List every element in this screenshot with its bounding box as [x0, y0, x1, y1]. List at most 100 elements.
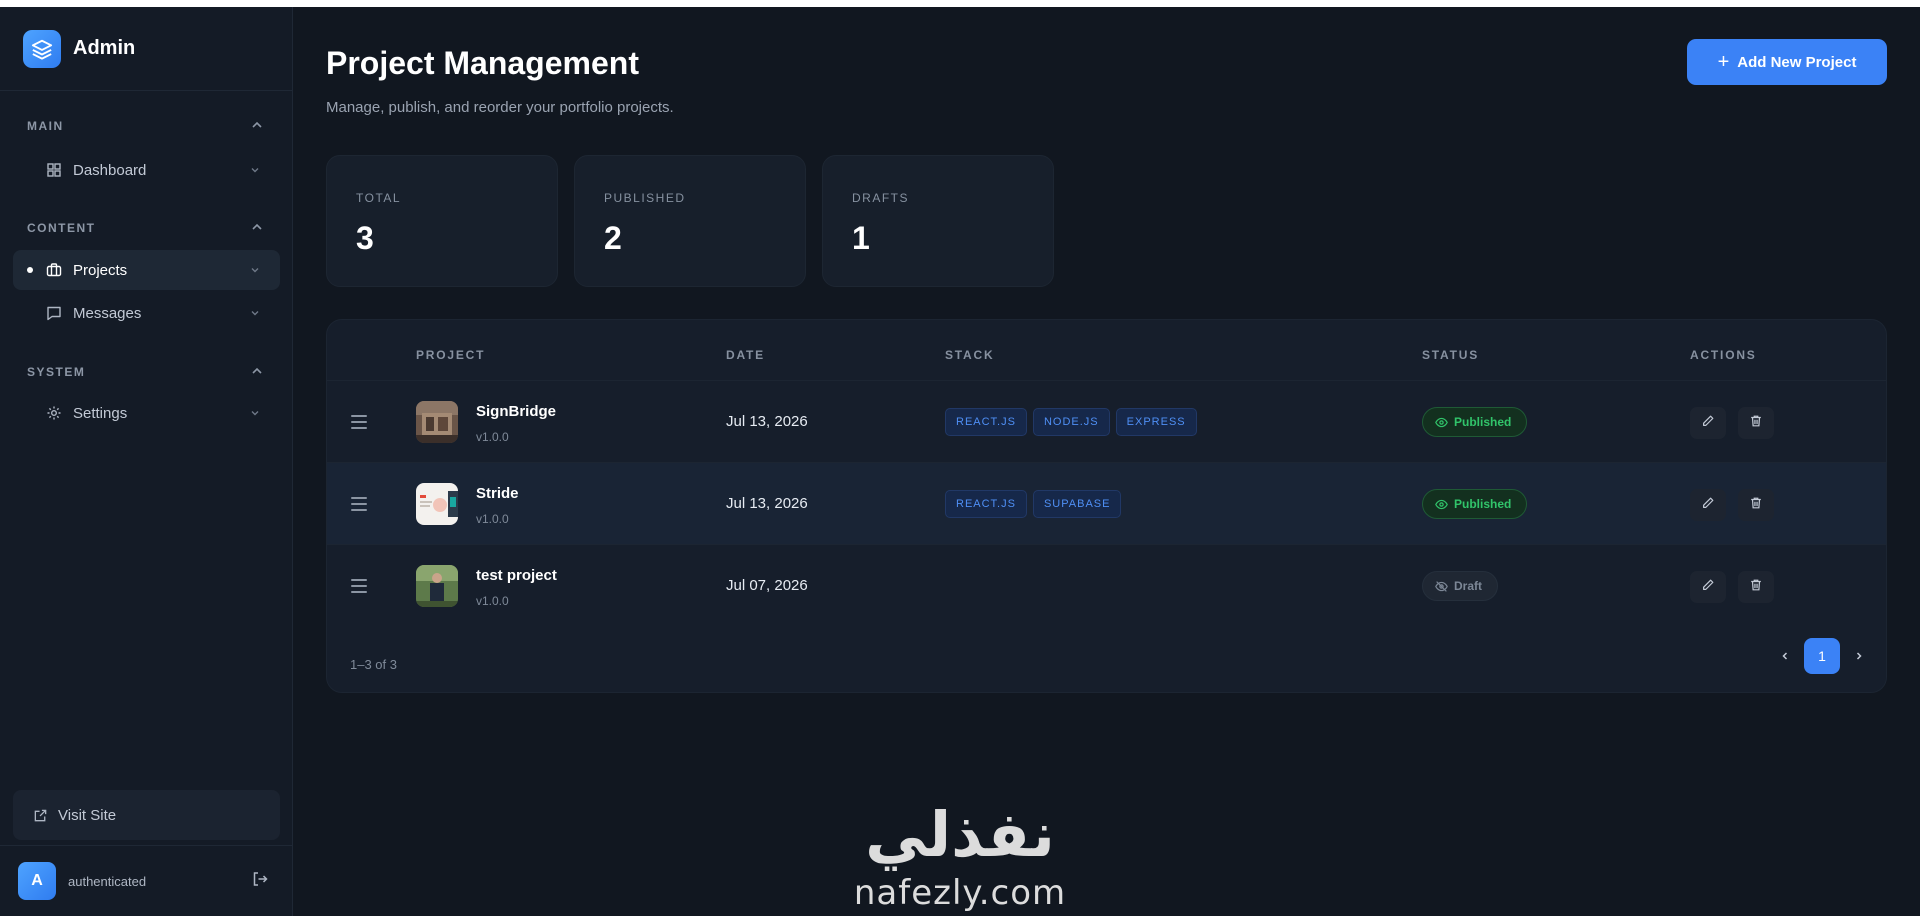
stat-label: PUBLISHED	[604, 191, 686, 205]
stat-card-published: PUBLISHED 2	[574, 155, 806, 287]
eye-off-icon	[1435, 580, 1448, 593]
watermark-arabic: نفذلي	[865, 798, 1055, 871]
eye-icon	[1435, 416, 1448, 429]
top-strip	[0, 0, 1920, 7]
user-name: authenticated	[68, 873, 147, 889]
page-subtitle: Manage, publish, and reorder your portfo…	[326, 99, 674, 116]
main-content: Project Management Manage, publish, and …	[293, 7, 1920, 916]
sidebar-item-label: Messages	[73, 304, 142, 322]
add-new-project-button[interactable]: + Add New Project	[1687, 39, 1887, 85]
next-page-button[interactable]	[1841, 638, 1877, 674]
briefcase-icon	[45, 261, 63, 279]
column-header-date: DATE	[726, 348, 765, 362]
chevron-down-icon	[250, 162, 260, 179]
sidebar-item-label: Projects	[73, 261, 128, 279]
layers-icon	[23, 29, 61, 68]
sidebar-item-label: Settings	[73, 404, 128, 422]
visit-site-label: Visit Site	[58, 806, 117, 824]
external-link-icon	[33, 808, 48, 823]
stack-tag: SUPABASE	[1032, 490, 1122, 518]
stat-value: 2	[604, 220, 622, 256]
section-header-content[interactable]: CONTENT	[0, 213, 293, 243]
brand[interactable]: Admin	[0, 7, 292, 91]
status-badge[interactable]: Draft	[1422, 571, 1499, 601]
stack-tags: REACT.JS SUPABASE	[945, 490, 1122, 518]
chevron-up-icon	[251, 221, 263, 236]
project-name: SignBridge	[476, 403, 557, 420]
trash-icon	[1749, 414, 1763, 433]
sidebar-item-messages[interactable]: Messages	[13, 293, 280, 333]
section-header-system[interactable]: SYSTEM	[0, 357, 293, 387]
delete-button[interactable]	[1738, 407, 1774, 439]
brand-name: Admin	[73, 37, 136, 59]
sidebar: Admin MAIN Dashboard CONTENT Projects Me…	[0, 7, 293, 916]
section-header-main[interactable]: MAIN	[0, 111, 293, 141]
edit-button[interactable]	[1690, 571, 1726, 603]
drag-handle-icon[interactable]	[351, 415, 367, 429]
project-date: Jul 13, 2026	[726, 413, 808, 430]
pagination-count: 1–3 of 3	[350, 657, 397, 672]
pencil-icon	[1701, 578, 1715, 597]
add-new-project-label: Add New Project	[1737, 53, 1857, 71]
drag-handle-icon[interactable]	[351, 579, 367, 593]
page-button-current[interactable]: 1	[1804, 638, 1840, 674]
stat-card-drafts: DRAFTS 1	[822, 155, 1054, 287]
project-date: Jul 13, 2026	[726, 495, 808, 512]
status-label: Draft	[1454, 579, 1483, 593]
column-header-actions: ACTIONS	[1690, 348, 1757, 362]
active-indicator	[27, 267, 33, 273]
logout-icon[interactable]	[251, 870, 269, 893]
edit-button[interactable]	[1690, 489, 1726, 521]
pencil-icon	[1701, 414, 1715, 433]
sidebar-item-projects[interactable]: Projects	[13, 250, 280, 290]
stack-tag: REACT.JS	[945, 490, 1027, 518]
trash-icon	[1749, 496, 1763, 515]
stack-tag: NODE.JS	[1032, 408, 1110, 436]
chevron-up-icon	[251, 119, 263, 134]
chevron-right-icon	[1854, 648, 1864, 664]
project-version: v1.0.0	[476, 594, 509, 608]
delete-button[interactable]	[1738, 571, 1774, 603]
section-title: MAIN	[27, 119, 64, 133]
table-row[interactable]: SignBridge v1.0.0 Jul 13, 2026 REACT.JS …	[327, 380, 1886, 462]
status-label: Published	[1454, 415, 1512, 429]
chevron-down-icon	[250, 305, 260, 322]
status-badge[interactable]: Published	[1422, 407, 1528, 437]
stack-tags: REACT.JS NODE.JS EXPRESS	[945, 408, 1197, 436]
visit-site-button[interactable]: Visit Site	[13, 790, 280, 840]
sidebar-item-label: Dashboard	[73, 161, 147, 179]
stat-value: 3	[356, 220, 374, 256]
watermark: نفذلي nafezly.com	[830, 795, 1090, 916]
table-row[interactable]: test project v1.0.0 Jul 07, 2026 Draft	[327, 544, 1886, 626]
stack-tag: REACT.JS	[945, 408, 1027, 436]
edit-button[interactable]	[1690, 407, 1726, 439]
drag-handle-icon[interactable]	[351, 497, 367, 511]
project-name: test project	[476, 567, 557, 584]
status-badge[interactable]: Published	[1422, 489, 1528, 519]
plus-icon: +	[1717, 50, 1730, 73]
nav-section-content: CONTENT Projects Messages	[0, 213, 293, 333]
chevron-down-icon	[250, 262, 260, 279]
prev-page-button[interactable]	[1767, 638, 1803, 674]
gear-icon	[45, 404, 63, 422]
user-bar: A authenticated	[0, 845, 293, 916]
column-header-project: PROJECT	[416, 348, 486, 362]
table-row[interactable]: Stride v1.0.0 Jul 13, 2026 REACT.JS SUPA…	[327, 462, 1886, 544]
stack-tag: EXPRESS	[1115, 408, 1197, 436]
sidebar-item-dashboard[interactable]: Dashboard	[13, 150, 280, 190]
section-title: SYSTEM	[27, 365, 86, 379]
section-title: CONTENT	[27, 221, 96, 235]
stat-card-total: TOTAL 3	[326, 155, 558, 287]
sidebar-item-settings[interactable]: Settings	[13, 393, 280, 433]
column-header-stack: STACK	[945, 348, 995, 362]
delete-button[interactable]	[1738, 489, 1774, 521]
nav-section-system: SYSTEM Settings	[0, 357, 293, 433]
page-title: Project Management	[326, 45, 639, 81]
table-header: PROJECT DATE STACK STATUS ACTIONS	[327, 320, 1886, 380]
stat-label: TOTAL	[356, 191, 402, 205]
stat-label: DRAFTS	[852, 191, 909, 205]
project-version: v1.0.0	[476, 430, 509, 444]
projects-table: PROJECT DATE STACK STATUS ACTIONS SignBr…	[326, 319, 1887, 693]
status-label: Published	[1454, 497, 1512, 511]
avatar[interactable]: A	[18, 862, 56, 900]
